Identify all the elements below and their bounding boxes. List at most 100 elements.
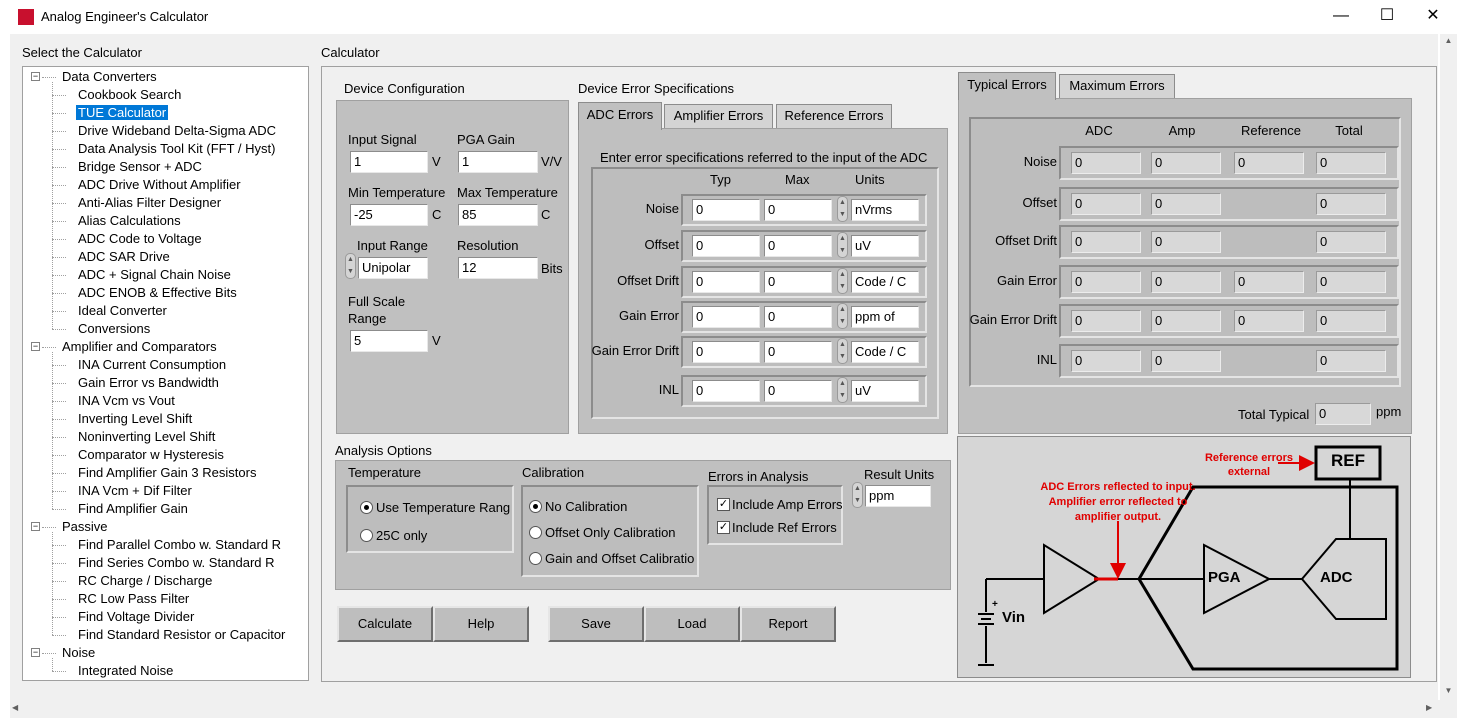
scroll-down-icon[interactable]: ▼ — [1440, 686, 1457, 695]
include-amp-checkbox[interactable]: ✓ — [717, 498, 730, 511]
input-signal-field[interactable]: 1 — [350, 151, 428, 173]
spec-max-field[interactable]: 0 — [764, 306, 832, 328]
tree-item[interactable]: Data Analysis Tool Kit (FFT / Hyst) — [78, 140, 275, 158]
tree-item[interactable]: ADC + Signal Chain Noise — [78, 266, 231, 284]
tree-item[interactable]: RC Charge / Discharge — [78, 572, 212, 590]
scroll-up-icon[interactable]: ▲ — [1440, 36, 1457, 45]
minimize-button[interactable]: — — [1318, 0, 1364, 32]
horizontal-scrollbar[interactable]: ◀ ▶ — [10, 700, 1457, 718]
tree-expander-icon[interactable]: − — [31, 342, 40, 351]
tree-item[interactable]: TUE Calculator — [76, 104, 169, 122]
spec-typ-field[interactable]: 0 — [692, 380, 760, 402]
tree-item[interactable]: Ideal Converter — [78, 302, 167, 320]
tree-expander-icon[interactable]: − — [31, 648, 40, 657]
resolution-field[interactable]: 12 — [458, 257, 538, 279]
tree-item[interactable]: ADC Code to Voltage — [78, 230, 202, 248]
tree-item[interactable]: INA Vcm vs Vout — [78, 392, 175, 410]
spec-max-field[interactable]: 0 — [764, 199, 832, 221]
tree-item[interactable]: Inverting Level Shift — [78, 410, 192, 428]
fsr-field[interactable]: 5 — [350, 330, 428, 352]
tree-item[interactable]: ADC ENOB & Effective Bits — [78, 284, 237, 302]
temp-range-radio[interactable] — [360, 501, 373, 514]
spec-typ-field[interactable]: 0 — [692, 306, 760, 328]
tree-item[interactable]: Cookbook Search — [78, 86, 181, 104]
report-button[interactable]: Report — [740, 606, 836, 642]
units-spinner[interactable]: ▲ ▼ — [837, 377, 848, 403]
scroll-right-icon[interactable]: ▶ — [1426, 703, 1432, 712]
tree-item[interactable]: Noninverting Level Shift — [78, 428, 215, 446]
tree-item[interactable]: INA Vcm + Dif Filter — [78, 482, 192, 500]
tree-expander-icon[interactable]: − — [31, 522, 40, 531]
spec-units-field[interactable]: nVrms — [851, 199, 919, 221]
temp-25c-radio[interactable] — [360, 529, 373, 542]
input-range-spinner[interactable]: ▲ ▼ — [345, 253, 356, 279]
max-temp-field[interactable]: 85 — [458, 204, 538, 226]
spec-units-field[interactable]: Code / C — [851, 341, 919, 363]
tree-item[interactable]: Find Standard Resistor or Capacitor — [78, 626, 285, 644]
spec-units-field[interactable]: ppm of — [851, 306, 919, 328]
spec-max-field[interactable]: 0 — [764, 271, 832, 293]
tree-category[interactable]: Passive — [62, 518, 108, 536]
spec-max-field[interactable]: 0 — [764, 235, 832, 257]
pga-gain-field[interactable]: 1 — [458, 151, 538, 173]
tree-item[interactable]: Find Voltage Divider — [78, 608, 194, 626]
tree-category[interactable]: Data Converters — [62, 68, 157, 86]
maximize-button[interactable]: ☐ — [1364, 0, 1410, 32]
spec-units-field[interactable]: uV — [851, 380, 919, 402]
offset-calibration-radio[interactable] — [529, 526, 542, 539]
include-ref-checkbox[interactable]: ✓ — [717, 521, 730, 534]
tree-item-label: ADC ENOB & Effective Bits — [78, 285, 237, 300]
tree-item[interactable]: Comparator w Hysteresis — [78, 446, 224, 464]
tab-adc-errors[interactable]: ADC Errors — [578, 102, 662, 130]
spec-typ-field[interactable]: 0 — [692, 235, 760, 257]
tree-item[interactable]: Anti-Alias Filter Designer — [78, 194, 221, 212]
result-units-spinner[interactable]: ▲ ▼ — [852, 482, 863, 508]
tree-item[interactable]: Integrated Noise — [78, 662, 173, 680]
tree-item[interactable]: Find Amplifier Gain 3 Resistors — [78, 464, 256, 482]
close-button[interactable]: ✕ — [1410, 0, 1456, 32]
spec-max-field[interactable]: 0 — [764, 380, 832, 402]
min-temp-field[interactable]: -25 — [350, 204, 428, 226]
tree-item[interactable]: Bridge Sensor + ADC — [78, 158, 202, 176]
save-button[interactable]: Save — [548, 606, 644, 642]
calculator-tree[interactable]: − Data Converters Cookbook Search TUE Calcu… — [22, 66, 309, 681]
tree-item[interactable]: RC Low Pass Filter — [78, 590, 189, 608]
tree-item[interactable]: Alias Calculations — [78, 212, 181, 230]
tab-maximum-errors[interactable]: Maximum Errors — [1059, 74, 1175, 98]
no-calibration-radio[interactable] — [529, 500, 542, 513]
tree-item[interactable]: ADC Drive Without Amplifier — [78, 176, 241, 194]
units-spinner[interactable]: ▲ ▼ — [837, 196, 848, 222]
calculate-button[interactable]: Calculate — [337, 606, 433, 642]
result-units-field[interactable]: ppm — [865, 485, 931, 507]
spec-units-field[interactable]: Code / C — [851, 271, 919, 293]
tree-item[interactable]: Find Amplifier Gain — [78, 500, 188, 518]
tree-item[interactable]: Gain Error vs Bandwidth — [78, 374, 219, 392]
tab-typical-errors[interactable]: Typical Errors — [958, 72, 1056, 100]
vertical-scrollbar[interactable]: ▲ ▼ — [1440, 34, 1457, 700]
tree-category[interactable]: Noise — [62, 644, 95, 662]
spec-typ-field[interactable]: 0 — [692, 271, 760, 293]
units-spinner[interactable]: ▲ ▼ — [837, 303, 848, 329]
tab-reference-errors[interactable]: Reference Errors — [776, 104, 892, 128]
tree-expander-icon[interactable]: − — [31, 72, 40, 81]
gain-offset-calibration-radio[interactable] — [529, 552, 542, 565]
input-range-field[interactable]: Unipolar — [358, 257, 428, 279]
spec-max-field[interactable]: 0 — [764, 341, 832, 363]
spec-typ-field[interactable]: 0 — [692, 199, 760, 221]
units-spinner[interactable]: ▲ ▼ — [837, 232, 848, 258]
tree-item[interactable]: INA Current Consumption — [78, 356, 226, 374]
spec-typ-field[interactable]: 0 — [692, 341, 760, 363]
tree-item[interactable]: Conversions — [78, 320, 150, 338]
units-spinner[interactable]: ▲ ▼ — [837, 268, 848, 294]
tree-item[interactable]: ADC SAR Drive — [78, 248, 170, 266]
load-button[interactable]: Load — [644, 606, 740, 642]
tree-item[interactable]: Find Parallel Combo w. Standard R — [78, 536, 281, 554]
spec-units-field[interactable]: uV — [851, 235, 919, 257]
tree-item[interactable]: Drive Wideband Delta-Sigma ADC — [78, 122, 276, 140]
units-spinner[interactable]: ▲ ▼ — [837, 338, 848, 364]
tab-amplifier-errors[interactable]: Amplifier Errors — [664, 104, 773, 128]
scroll-left-icon[interactable]: ◀ — [12, 703, 18, 712]
help-button[interactable]: Help — [433, 606, 529, 642]
tree-category[interactable]: Amplifier and Comparators — [62, 338, 217, 356]
tree-item[interactable]: Find Series Combo w. Standard R — [78, 554, 275, 572]
